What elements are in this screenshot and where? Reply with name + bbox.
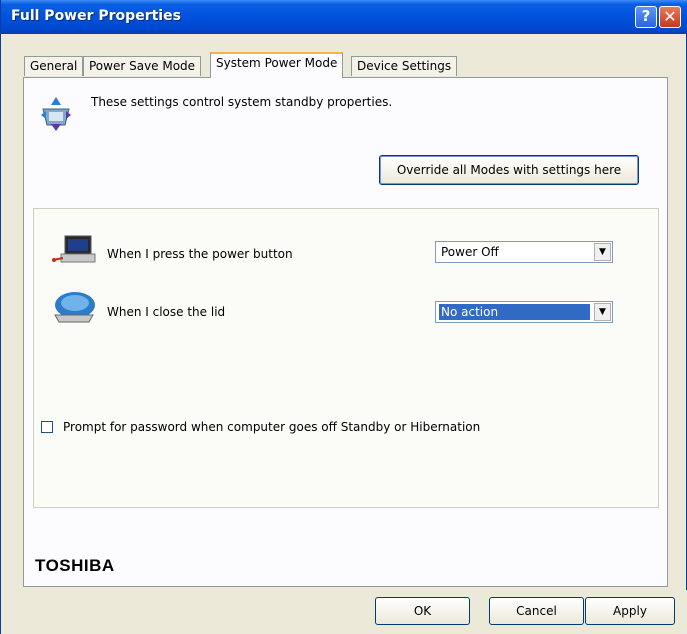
password-prompt-checkbox[interactable] [41, 421, 53, 433]
apply-button[interactable]: Apply [585, 597, 675, 625]
power-settings-icon [41, 97, 71, 131]
power-button-select[interactable]: Power Off ▼ [435, 241, 613, 263]
tab-device-settings[interactable]: Device Settings [351, 56, 458, 76]
tab-power-save-mode[interactable]: Power Save Mode [83, 56, 202, 76]
help-button[interactable]: ? [635, 6, 657, 28]
tab-system-power-mode[interactable]: System Power Mode [210, 52, 344, 78]
password-prompt-label[interactable]: Prompt for password when computer goes o… [63, 420, 480, 434]
toshiba-logo: TOSHIBA [35, 556, 115, 575]
lid-value: No action [439, 304, 590, 320]
cancel-button[interactable]: Cancel [489, 597, 584, 625]
properties-dialog: Full Power Properties ? ✕ General Power … [0, 0, 687, 634]
power-button-value: Power Off [441, 245, 499, 259]
chevron-down-icon[interactable]: ▼ [594, 303, 611, 321]
title-bar[interactable]: Full Power Properties ? ✕ [1, 0, 687, 34]
window-title: Full Power Properties [11, 8, 181, 24]
override-all-modes-button[interactable]: Override all Modes with settings here [379, 155, 639, 185]
ok-button[interactable]: OK [375, 597, 470, 625]
lid-label: When I close the lid [107, 305, 226, 319]
chevron-down-icon[interactable]: ▼ [594, 243, 611, 261]
tab-general[interactable]: General [24, 56, 84, 76]
power-button-label: When I press the power button [107, 247, 293, 261]
laptop-lid-icon [54, 292, 95, 323]
close-button[interactable]: ✕ [659, 6, 681, 28]
intro-text: These settings control system standby pr… [91, 95, 393, 109]
computer-power-icon [52, 235, 96, 263]
lid-select[interactable]: No action ▼ [435, 301, 613, 323]
